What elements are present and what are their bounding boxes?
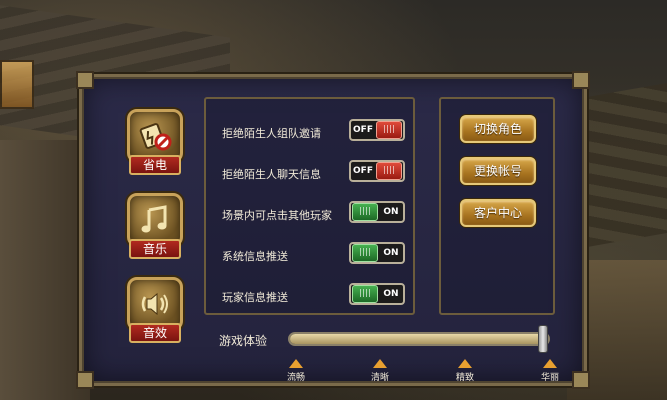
customer-center-button[interactable]: 客户中心 [460,199,536,227]
quality-slider-fill [290,334,548,344]
toggle-knob [352,285,378,303]
power-save-label: 省电 [129,155,181,175]
quality-level-label: 清晰 [370,373,389,383]
music-label: 音乐 [129,239,181,259]
toggle-state-text: OFF [353,166,373,176]
panel-corner [76,71,94,89]
tick-triangle-icon [543,359,557,368]
toggle-state-text: OFF [353,125,373,135]
setting-label: 拒绝陌生人聊天信息 [222,168,321,181]
quality-tick-fine[interactable]: 精致 [445,359,485,383]
account-actions: 切换角色 更换帐号 客户中心 [439,97,555,315]
toggle-state-text: ON [383,207,399,217]
power-save-icon [139,123,172,151]
toggle-state-text: ON [383,248,399,258]
sound-effects-button[interactable]: 音效 [125,277,187,349]
toggle-knob [352,203,378,221]
tick-triangle-icon [458,359,472,368]
house-wall-left [0,140,90,400]
panel-corner [572,371,590,389]
tick-triangle-icon [289,359,303,368]
quality-tick-gorgeous[interactable]: 华丽 [530,359,570,383]
music-button[interactable]: 音乐 [125,193,187,265]
quality-tick-clear[interactable]: 清晰 [360,359,400,383]
quality-tick-smooth[interactable]: 流畅 [276,359,316,383]
music-note-icon [141,205,167,233]
reject-team-invite-toggle[interactable]: OFF [349,119,405,141]
quality-label: 游戏体验 [219,334,268,348]
settings-list: 拒绝陌生人组队邀请 OFF 拒绝陌生人聊天信息 OFF 场景内可点击其他玩家 O… [204,97,415,315]
settings-panel: 省电 音乐 音效 拒绝陌生人组队邀请 OFF 拒绝陌生人聊天信息 OFF 场景内… [76,71,590,389]
speaker-icon [141,292,168,316]
sound-effects-label: 音效 [129,323,181,343]
quality-level-label: 流畅 [286,373,305,383]
setting-label: 拒绝陌生人组队邀请 [222,127,321,140]
power-save-button[interactable]: 省电 [125,109,187,181]
quality-slider[interactable] [288,325,550,353]
setting-label: 玩家信息推送 [222,291,288,304]
system-push-toggle[interactable]: ON [349,242,405,264]
player-push-toggle[interactable]: ON [349,283,405,305]
toggle-knob [376,121,402,139]
toggle-knob [352,244,378,262]
setting-label: 场景内可点击其他玩家 [222,209,332,222]
toggle-knob [376,162,402,180]
toggle-state-text: ON [383,289,399,299]
quality-level-label: 华丽 [540,373,559,383]
quality-slider-thumb[interactable] [538,325,548,353]
tick-triangle-icon [373,359,387,368]
panel-corner [572,71,590,89]
quality-level-label: 精致 [455,373,474,383]
setting-label: 系统信息推送 [222,250,288,263]
change-account-button[interactable]: 更换帐号 [460,157,536,185]
panel-corner [76,371,94,389]
lit-window [0,60,34,109]
click-other-players-toggle[interactable]: ON [349,201,405,223]
switch-character-button[interactable]: 切换角色 [460,115,536,143]
reject-stranger-chat-toggle[interactable]: OFF [349,160,405,182]
